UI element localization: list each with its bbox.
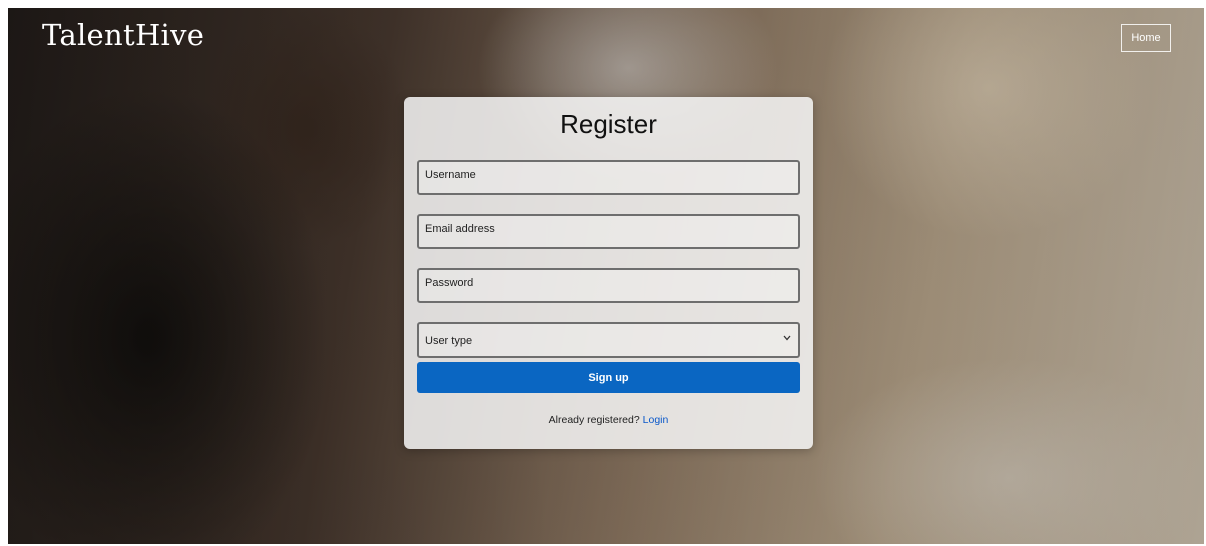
login-link[interactable]: Login	[643, 414, 669, 426]
password-placeholder: Password	[425, 277, 474, 289]
username-field[interactable]: Username	[417, 160, 800, 195]
register-card: Register Username Email address Password…	[404, 97, 813, 449]
email-placeholder: Email address	[425, 223, 495, 235]
user-type-selected-value: User type	[425, 335, 473, 347]
chevron-down-icon	[783, 335, 791, 341]
user-type-select[interactable]: User type	[417, 322, 800, 358]
background-photo: TalentHive Home Register Username Email …	[8, 8, 1204, 544]
home-button[interactable]: Home	[1121, 24, 1171, 52]
username-placeholder: Username	[425, 169, 476, 181]
login-prompt: Already registered? Login	[404, 414, 813, 426]
email-field[interactable]: Email address	[417, 214, 800, 249]
already-registered-text: Already registered?	[548, 414, 640, 426]
sign-up-button[interactable]: Sign up	[417, 362, 800, 393]
brand-logo[interactable]: TalentHive	[42, 18, 204, 52]
password-field[interactable]: Password	[417, 268, 800, 303]
page-title: Register	[560, 109, 657, 139]
